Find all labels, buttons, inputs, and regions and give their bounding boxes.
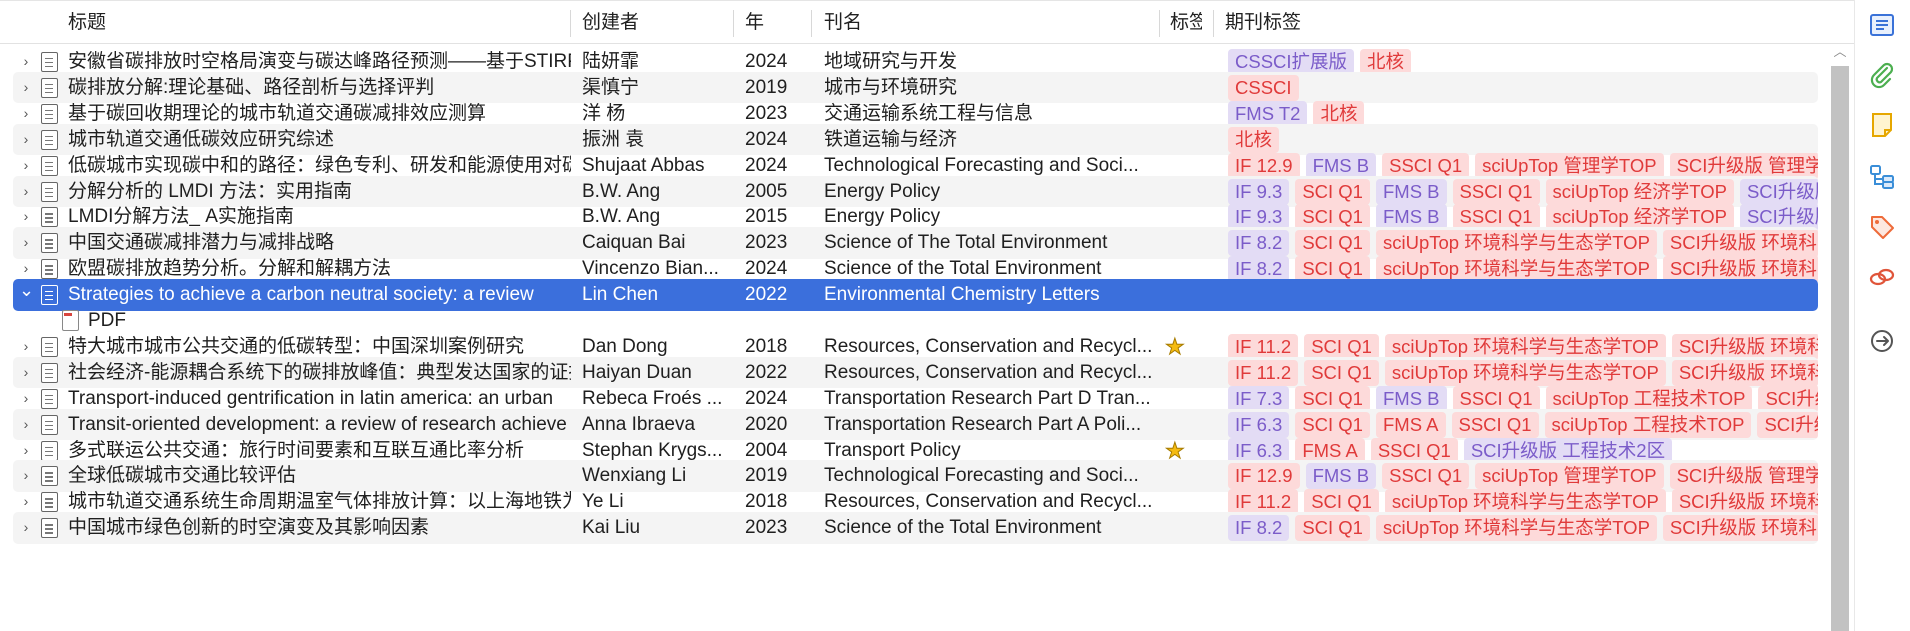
col-header-publication[interactable]: 刊名: [824, 1, 1154, 45]
column-divider[interactable]: [1213, 10, 1214, 37]
document-icon: [41, 388, 58, 409]
document-icon: [41, 466, 58, 487]
col-header-tag[interactable]: 标签: [1170, 1, 1202, 45]
chevron-right-icon[interactable]: ›: [19, 512, 33, 544]
info-icon[interactable]: [1867, 10, 1897, 40]
item-publication: Science of the Total Environment: [824, 517, 1102, 539]
column-divider[interactable]: [811, 10, 812, 37]
column-divider[interactable]: [733, 10, 734, 37]
document-icon: [41, 207, 58, 228]
document-icon: [41, 285, 58, 306]
zotero-item-pane: 标题 创建者 年 刊名 标签 期刊标签 › 安徽省碳排放时空格局演变与碳达峰路径预…: [0, 0, 1910, 631]
item-pane-sidenav: [1854, 0, 1910, 631]
star-icon[interactable]: ★: [1165, 335, 1186, 358]
document-icon: [41, 259, 58, 280]
notes-icon[interactable]: [1867, 110, 1897, 140]
document-icon: [41, 233, 58, 254]
scroll-up-arrow-icon[interactable]: ︿: [1832, 44, 1848, 60]
libraries-collections-icon[interactable]: [1867, 162, 1897, 192]
document-icon: [41, 77, 58, 98]
document-icon: [41, 336, 58, 357]
item-title: 中国城市绿色创新的时空演变及其影响因素: [68, 517, 430, 539]
attachment-icon[interactable]: [1867, 60, 1897, 90]
journal-tag-badge: IF 8.2: [1228, 515, 1290, 542]
document-icon: [41, 129, 58, 150]
col-header-year[interactable]: 年: [745, 1, 805, 45]
document-icon: [41, 440, 58, 461]
scroll-thumb[interactable]: [1831, 66, 1849, 631]
column-header: 标题 创建者 年 刊名 标签 期刊标签: [0, 0, 1854, 44]
journal-tag-badge: sciUpTop 环境科学与生态学TOP: [1375, 515, 1657, 542]
locate-icon[interactable]: [1867, 326, 1897, 356]
tags-icon[interactable]: [1867, 212, 1897, 242]
pdf-icon: [62, 310, 79, 331]
journal-tag-badge: SCI升级版 环境科学: [1662, 515, 1818, 542]
journal-tags: IF 8.2 SCI Q1 sciUpTop 环境科学与生态学TOP SCI升级版 环…: [1228, 512, 1818, 544]
item-creator: Kai Liu: [582, 517, 641, 539]
document-icon: [41, 155, 58, 176]
vertical-scrollbar[interactable]: ︿: [1828, 44, 1852, 631]
document-icon: [41, 518, 58, 539]
column-divider[interactable]: [1159, 10, 1160, 37]
document-icon: [41, 52, 58, 72]
col-header-creator[interactable]: 创建者: [582, 1, 732, 45]
star-icon[interactable]: ★: [1165, 439, 1186, 462]
column-divider[interactable]: [570, 10, 571, 37]
document-icon: [41, 362, 58, 383]
related-icon[interactable]: [1867, 262, 1897, 292]
items-tree[interactable]: 标题 创建者 年 刊名 标签 期刊标签 › 安徽省碳排放时空格局演变与碳达峰路径预…: [0, 0, 1854, 631]
journal-tag-badge: SCI Q1: [1295, 515, 1370, 542]
document-icon: [41, 414, 58, 435]
document-icon: [41, 181, 58, 202]
col-header-title[interactable]: 标题: [68, 1, 558, 45]
document-icon: [41, 103, 58, 124]
col-header-journal-tags[interactable]: 期刊标签: [1225, 1, 1425, 45]
document-icon: [41, 492, 58, 513]
item-year: 2023: [745, 517, 788, 539]
table-row[interactable]: › 中国城市绿色创新的时空演变及其影响因素 Kai Liu 2023 Science o…: [13, 512, 1818, 544]
